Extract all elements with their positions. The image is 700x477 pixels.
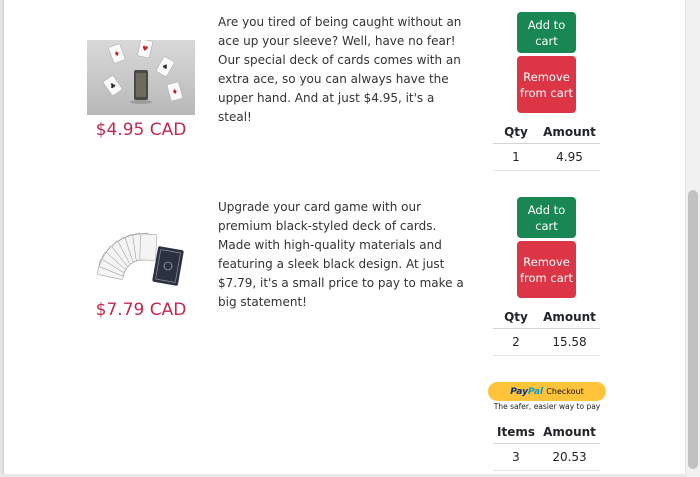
remove-from-cart-button[interactable]: Remove from cart bbox=[517, 56, 576, 113]
paypal-checkout-button[interactable]: PayPal Checkout bbox=[488, 382, 606, 401]
items-header: Items bbox=[493, 421, 539, 444]
amount-header: Amount bbox=[539, 306, 600, 329]
cart-summary-table: Items Amount 3 20.53 bbox=[493, 421, 600, 471]
amount-value: 15.58 bbox=[539, 328, 600, 356]
scrollbar-thumb[interactable] bbox=[688, 190, 698, 469]
product-quantity-table: Qty Amount 1 4.95 bbox=[493, 121, 600, 171]
product-quantity-table: Qty Amount 2 15.58 bbox=[493, 306, 600, 356]
product-price: $4.95 CAD bbox=[95, 120, 187, 140]
amount-value: 4.95 bbox=[539, 143, 600, 171]
paypal-logo-icon: PayPal bbox=[510, 387, 546, 397]
qty-header: Qty bbox=[493, 121, 539, 144]
amount-header: Amount bbox=[539, 121, 600, 144]
paypal-checkout-label: Checkout bbox=[546, 387, 584, 396]
items-count: 3 bbox=[493, 443, 539, 471]
add-to-cart-button[interactable]: Add to cart bbox=[517, 197, 576, 238]
total-amount: 20.53 bbox=[539, 443, 600, 471]
paypal-brand-pal: Pal bbox=[527, 387, 544, 397]
remove-from-cart-button[interactable]: Remove from cart bbox=[517, 241, 576, 298]
paypal-tagline: The safer, easier way to pay bbox=[493, 402, 601, 411]
add-to-cart-button[interactable]: Add to cart bbox=[517, 12, 576, 53]
product-image-ace-deck: ♦ ♥ ♠ ♣ ♦ bbox=[87, 39, 195, 115]
product-price: $7.79 CAD bbox=[95, 300, 187, 320]
qty-header: Qty bbox=[493, 306, 539, 329]
window-left-edge bbox=[0, 0, 4, 477]
paypal-brand-pay: Pay bbox=[510, 387, 528, 397]
product-image-black-deck bbox=[87, 228, 195, 288]
total-amount-header: Amount bbox=[539, 421, 600, 444]
product-description: Upgrade your card game with our premium … bbox=[218, 200, 464, 309]
qty-value: 2 bbox=[493, 328, 539, 356]
qty-value: 1 bbox=[493, 143, 539, 171]
page-scrollbar[interactable] bbox=[685, 0, 700, 477]
product-description: Are you tired of being caught without an… bbox=[218, 15, 462, 124]
